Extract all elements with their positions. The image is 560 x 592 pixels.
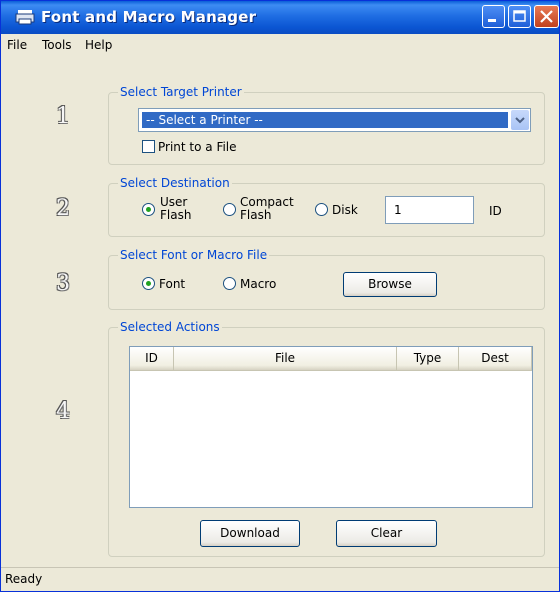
selected-actions-legend: Selected Actions xyxy=(118,320,222,334)
step-number-1: 1 xyxy=(56,104,70,129)
disk-label: Disk xyxy=(332,203,358,217)
status-text: Ready xyxy=(5,572,43,586)
clear-button[interactable]: Clear xyxy=(336,520,437,547)
printer-icon xyxy=(15,10,35,25)
column-header-dest[interactable]: Dest xyxy=(459,347,532,371)
font-label: Font xyxy=(159,277,186,291)
font-radio[interactable] xyxy=(142,277,155,290)
column-header-file[interactable]: File xyxy=(174,347,397,371)
printer-select[interactable]: -- Select a Printer -- xyxy=(138,108,531,132)
download-button[interactable]: Download xyxy=(200,520,300,547)
user-flash-radio[interactable] xyxy=(142,203,155,216)
macro-radio[interactable] xyxy=(223,277,236,290)
chevron-down-icon xyxy=(515,117,525,124)
window-title: Font and Macro Manager xyxy=(41,8,257,26)
printer-select-value: -- Select a Printer -- xyxy=(142,112,508,128)
menu-bar: File Tools Help xyxy=(1,34,559,58)
macro-label: Macro xyxy=(240,277,277,291)
browse-button[interactable]: Browse xyxy=(343,272,437,297)
user-flash-label-line2: Flash xyxy=(160,208,192,222)
printer-select-dropdown-button[interactable] xyxy=(511,110,529,130)
actions-table[interactable]: ID File Type Dest xyxy=(129,346,533,508)
print-to-file-label: Print to a File xyxy=(158,140,237,154)
menu-file[interactable]: File xyxy=(7,38,27,52)
print-to-file-checkbox[interactable] xyxy=(142,140,155,153)
column-header-id[interactable]: ID xyxy=(130,347,174,371)
app-window: Font and Macro Manager File Tools Help 1… xyxy=(0,0,560,592)
column-header-type[interactable]: Type xyxy=(397,347,459,371)
step-number-3: 3 xyxy=(56,271,70,296)
step-number-2: 2 xyxy=(56,196,70,221)
close-icon xyxy=(540,10,553,23)
step-number-4: 4 xyxy=(56,399,70,424)
title-bar[interactable]: Font and Macro Manager xyxy=(1,1,559,34)
minimize-icon xyxy=(488,19,496,22)
minimize-button[interactable] xyxy=(482,5,505,28)
destination-legend: Select Destination xyxy=(118,176,232,190)
font-macro-legend: Select Font or Macro File xyxy=(118,248,270,262)
menu-tools[interactable]: Tools xyxy=(42,38,72,52)
status-bar: Ready xyxy=(1,567,559,591)
maximize-icon xyxy=(513,10,526,22)
id-label: ID xyxy=(489,204,502,218)
maximize-button[interactable] xyxy=(508,5,531,28)
id-input[interactable]: 1 xyxy=(385,196,474,224)
target-printer-legend: Select Target Printer xyxy=(118,85,244,99)
compact-flash-radio[interactable] xyxy=(223,203,236,216)
disk-radio[interactable] xyxy=(315,203,328,216)
compact-flash-label-line2: Flash xyxy=(240,208,272,222)
menu-help[interactable]: Help xyxy=(85,38,112,52)
close-button[interactable] xyxy=(534,5,559,28)
